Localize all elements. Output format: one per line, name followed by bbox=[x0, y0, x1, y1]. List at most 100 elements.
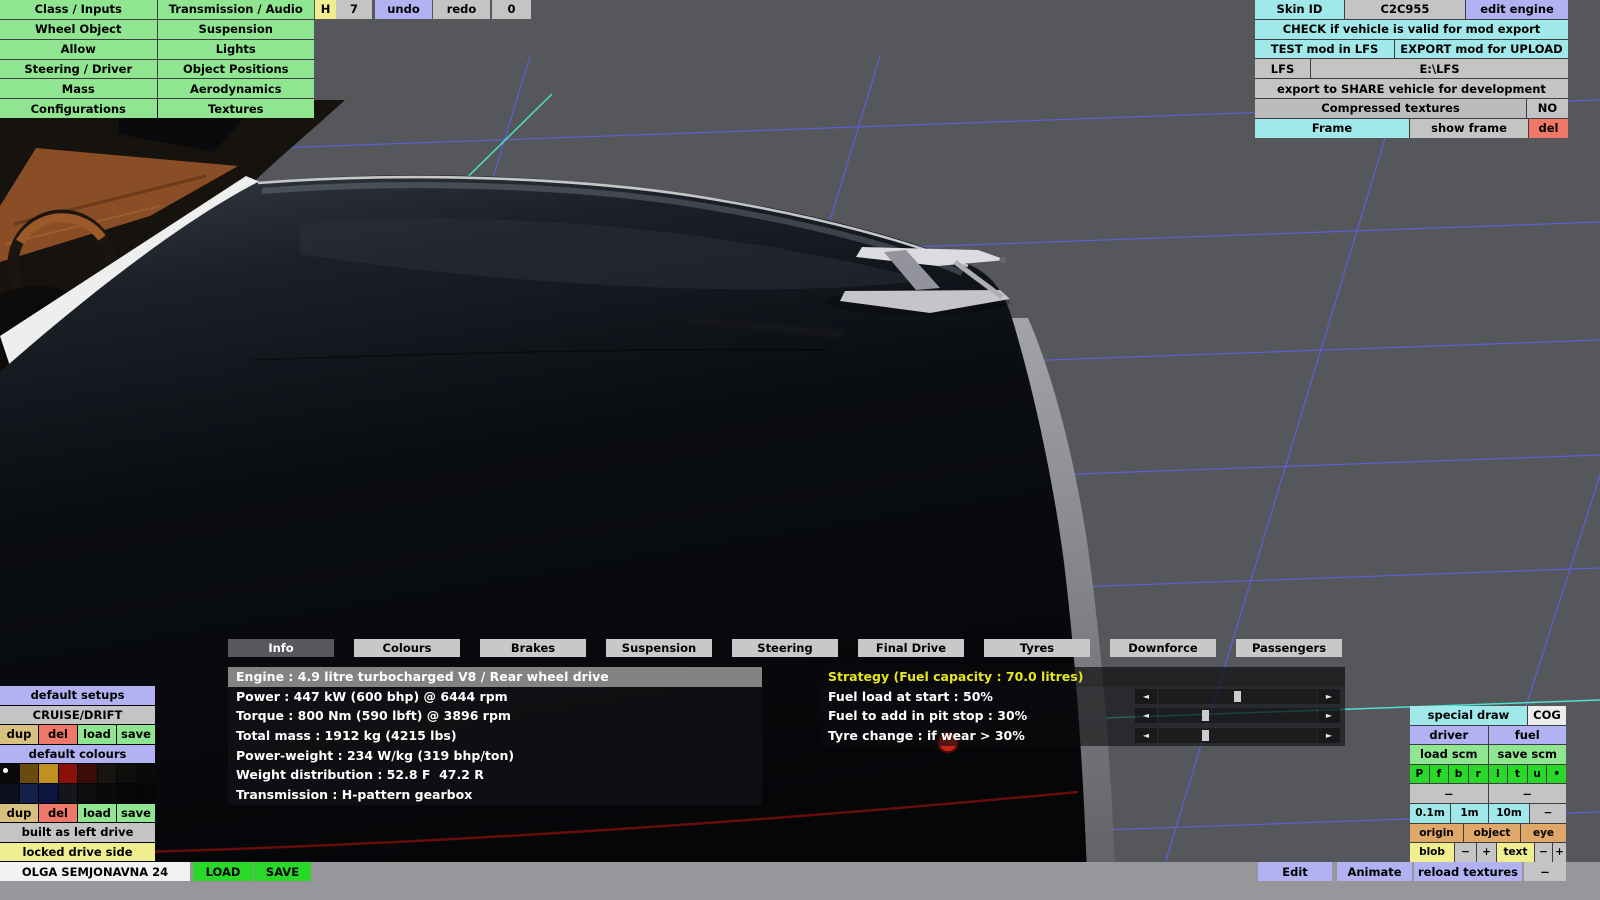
cog-button[interactable]: COG bbox=[1528, 706, 1566, 725]
test-mod-button[interactable]: TEST mod in LFS bbox=[1255, 39, 1394, 59]
object-button[interactable]: object bbox=[1464, 823, 1520, 843]
history-mode-button[interactable]: H bbox=[315, 0, 336, 19]
layer-r-toggle[interactable]: r bbox=[1468, 764, 1488, 784]
tab-suspension[interactable]: Suspension bbox=[606, 639, 712, 657]
slider-thumb[interactable] bbox=[1201, 730, 1209, 742]
dash-right-button[interactable]: − bbox=[1488, 784, 1566, 803]
slider-decrease-button[interactable]: ◄ bbox=[1135, 728, 1157, 744]
slider-track[interactable] bbox=[1158, 708, 1317, 724]
colour-swatch[interactable] bbox=[19, 783, 38, 803]
slider-increase-button[interactable]: ► bbox=[1318, 688, 1340, 704]
colour-swatch[interactable] bbox=[78, 764, 97, 783]
skin-id-button[interactable]: Skin ID bbox=[1255, 0, 1344, 19]
menu-mass[interactable]: Mass bbox=[0, 79, 157, 99]
animate-mode-button[interactable]: Animate bbox=[1337, 862, 1412, 881]
slider-thumb[interactable] bbox=[1233, 690, 1241, 702]
menu-wheel-object[interactable]: Wheel Object bbox=[0, 19, 157, 39]
driver-button[interactable]: driver bbox=[1410, 725, 1488, 745]
blob-button[interactable]: blob bbox=[1410, 843, 1454, 862]
colour-swatch[interactable] bbox=[39, 783, 58, 803]
slider-track[interactable] bbox=[1158, 688, 1317, 704]
colour-swatch[interactable] bbox=[136, 783, 155, 803]
save-scm-button[interactable]: save scm bbox=[1488, 745, 1566, 764]
default-colours-button[interactable]: default colours bbox=[0, 744, 155, 764]
compressed-toggle-button[interactable]: NO bbox=[1527, 98, 1568, 118]
menu-suspension[interactable]: Suspension bbox=[157, 19, 314, 39]
fuel-load-slider[interactable]: ◄ ► bbox=[1135, 688, 1340, 704]
grid-1m-button[interactable]: 1m bbox=[1451, 803, 1488, 823]
lfs-button[interactable]: LFS bbox=[1255, 59, 1310, 79]
colour-swatch[interactable] bbox=[0, 764, 19, 783]
default-setups-button[interactable]: default setups bbox=[0, 686, 155, 705]
text-button[interactable]: text bbox=[1497, 843, 1534, 862]
eye-button[interactable]: eye bbox=[1521, 823, 1566, 843]
grid-0-1m-button[interactable]: 0.1m bbox=[1410, 803, 1450, 823]
built-left-drive-button[interactable]: built as left drive bbox=[0, 823, 155, 842]
setup-del-button[interactable]: del bbox=[39, 725, 77, 744]
show-frame-button[interactable]: show frame bbox=[1410, 118, 1528, 138]
check-valid-button[interactable]: CHECK if vehicle is valid for mod export bbox=[1255, 19, 1568, 39]
load-vehicle-button[interactable]: LOAD bbox=[193, 862, 253, 881]
bottom-minus-button[interactable]: − bbox=[1524, 862, 1566, 881]
text-minus-button[interactable]: − bbox=[1535, 843, 1552, 862]
layer-t-toggle[interactable]: t bbox=[1508, 764, 1527, 784]
reload-textures-button[interactable]: reload textures bbox=[1414, 862, 1522, 881]
colour-swatch[interactable] bbox=[97, 783, 116, 803]
tab-passengers[interactable]: Passengers bbox=[1236, 639, 1342, 657]
colour-swatch[interactable] bbox=[97, 764, 116, 783]
tyre-change-slider[interactable]: ◄ ► bbox=[1135, 728, 1340, 744]
colour-swatch[interactable] bbox=[19, 764, 38, 783]
grid-dash-button[interactable]: − bbox=[1530, 803, 1566, 823]
menu-transmission-audio[interactable]: Transmission / Audio bbox=[157, 0, 314, 19]
tab-downforce[interactable]: Downforce bbox=[1110, 639, 1216, 657]
colours-load-button[interactable]: load bbox=[78, 803, 116, 823]
slider-decrease-button[interactable]: ◄ bbox=[1135, 708, 1157, 724]
colours-save-button[interactable]: save bbox=[117, 803, 155, 823]
menu-allow[interactable]: Allow bbox=[0, 39, 157, 59]
menu-configurations[interactable]: Configurations bbox=[0, 99, 157, 118]
grid-10m-button[interactable]: 10m bbox=[1489, 803, 1529, 823]
setup-save-button[interactable]: save bbox=[117, 725, 155, 744]
menu-textures[interactable]: Textures bbox=[157, 99, 314, 118]
blob-plus-button[interactable]: + bbox=[1477, 843, 1496, 862]
layer-l-toggle[interactable]: l bbox=[1488, 764, 1508, 784]
colour-swatch[interactable] bbox=[136, 764, 155, 783]
setup-name-button[interactable]: CRUISE/DRIFT bbox=[0, 705, 155, 725]
blob-minus-button[interactable]: − bbox=[1455, 843, 1476, 862]
layer-p-toggle[interactable]: P bbox=[1410, 764, 1429, 784]
slider-decrease-button[interactable]: ◄ bbox=[1135, 688, 1157, 704]
slider-track[interactable] bbox=[1158, 728, 1317, 744]
slider-increase-button[interactable]: ► bbox=[1318, 708, 1340, 724]
menu-class-inputs[interactable]: Class / Inputs bbox=[0, 0, 157, 19]
colours-del-button[interactable]: del bbox=[39, 803, 77, 823]
menu-object-positions[interactable]: Object Positions bbox=[157, 59, 314, 79]
slider-thumb[interactable] bbox=[1201, 710, 1209, 722]
vehicle-name-button[interactable]: OLGA SEMJONAVNA 24 bbox=[0, 862, 190, 881]
menu-steering-driver[interactable]: Steering / Driver bbox=[0, 59, 157, 79]
setup-dup-button[interactable]: dup bbox=[0, 725, 38, 744]
menu-aerodynamics[interactable]: Aerodynamics bbox=[157, 79, 314, 99]
colour-swatch[interactable] bbox=[78, 783, 97, 803]
share-vehicle-button[interactable]: export to SHARE vehicle for development bbox=[1255, 79, 1568, 98]
history-count[interactable]: 7 bbox=[336, 0, 372, 19]
tab-brakes[interactable]: Brakes bbox=[480, 639, 586, 657]
layer-dot-toggle[interactable]: • bbox=[1547, 764, 1566, 784]
locked-drive-side-button[interactable]: locked drive side bbox=[0, 842, 155, 862]
menu-lights[interactable]: Lights bbox=[157, 39, 314, 59]
tab-info[interactable]: Info bbox=[228, 639, 334, 657]
skin-id-value[interactable]: C2C955 bbox=[1345, 0, 1465, 19]
export-upload-button[interactable]: EXPORT mod for UPLOAD bbox=[1395, 39, 1568, 59]
frame-del-button[interactable]: del bbox=[1529, 118, 1568, 138]
fuel-button[interactable]: fuel bbox=[1488, 725, 1566, 745]
colour-swatch[interactable] bbox=[117, 764, 136, 783]
save-vehicle-button[interactable]: SAVE bbox=[254, 862, 311, 881]
load-scm-button[interactable]: load scm bbox=[1410, 745, 1488, 764]
zero-button[interactable]: 0 bbox=[492, 0, 531, 19]
tab-final-drive[interactable]: Final Drive bbox=[858, 639, 964, 657]
colour-swatch[interactable] bbox=[0, 783, 19, 803]
layer-f-toggle[interactable]: f bbox=[1429, 764, 1449, 784]
layer-b-toggle[interactable]: b bbox=[1449, 764, 1468, 784]
colour-swatch[interactable] bbox=[117, 783, 136, 803]
tab-colours[interactable]: Colours bbox=[354, 639, 460, 657]
edit-mode-button[interactable]: Edit bbox=[1258, 862, 1332, 881]
